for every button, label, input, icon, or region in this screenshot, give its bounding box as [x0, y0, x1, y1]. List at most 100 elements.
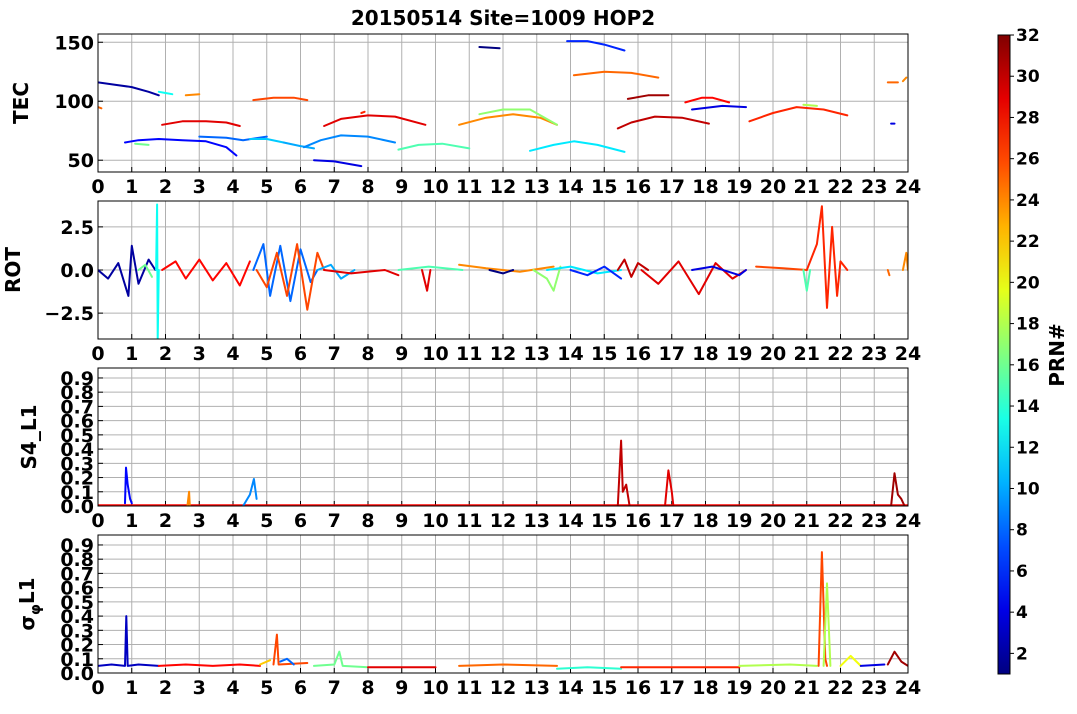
series-line-prn-5 — [124, 138, 238, 157]
series-line-prn-20 — [839, 654, 862, 667]
x-tick-label: 2 — [159, 677, 172, 699]
series-line-prn-29 — [323, 114, 427, 127]
x-tick-label: 13 — [524, 176, 550, 198]
x-tick-label: 12 — [490, 176, 516, 198]
x-tick-label: 20 — [760, 343, 786, 365]
x-tick-label: 13 — [524, 677, 550, 699]
colorbar-tick-label: 16 — [1016, 356, 1040, 376]
x-tick-label: 5 — [260, 343, 273, 365]
colorbar-tick-label: 18 — [1016, 315, 1040, 335]
x-tick-label: 11 — [456, 510, 482, 532]
series-line-prn-26 — [755, 265, 808, 271]
series-line-prn-12 — [529, 140, 626, 153]
x-tick-label: 19 — [726, 343, 752, 365]
series-line-prn-18 — [738, 663, 818, 667]
y-tick-label: −2.5 — [44, 303, 94, 325]
series-line-prn-29 — [421, 269, 432, 292]
series-line-prn-18 — [822, 582, 832, 667]
series-line-prn-16 — [313, 650, 369, 669]
colorbar-tick-label: 8 — [1016, 521, 1028, 541]
x-tick-label: 4 — [226, 677, 239, 699]
panel-4: 0 1 2 3 4 5 6 7 8 9 10 11 12 13 14 15 16 17 18 19 20 21 22 23 24… — [15, 534, 921, 699]
x-tick-label: 23 — [861, 677, 887, 699]
series-line-prn-24 — [458, 263, 555, 273]
x-tick-label: 15 — [591, 677, 617, 699]
colorbar-tick-label: 24 — [1016, 191, 1040, 211]
x-tick-label: 20 — [760, 510, 786, 532]
series-line-prn-30 — [616, 115, 710, 130]
x-tick-label: 19 — [726, 176, 752, 198]
x-tick-label: 21 — [794, 510, 820, 532]
series-line-prn-26 — [252, 96, 309, 102]
colorbar-tick-label: 12 — [1016, 438, 1040, 458]
series-line-prn-13 — [157, 90, 174, 96]
x-tick-label: 6 — [294, 510, 307, 532]
panel-3: 0 1 2 3 4 5 6 7 8 9 10 11 12 13 14 15 16 17 18 19 20 21 22 23 24… — [17, 367, 921, 532]
series-line-prn-28 — [157, 663, 261, 667]
x-tick-label: 23 — [861, 510, 887, 532]
x-tick-label: 0 — [91, 343, 104, 365]
figure: 20150514 Site=1009 HOP2 0 1 2 3 4 5 6 7 8 9 10 11 12… — [0, 0, 1077, 709]
x-tick-label: 8 — [361, 510, 374, 532]
colorbar: 2468101214161820222426283032PRN# — [997, 26, 1069, 675]
series-line-prn-1 — [478, 46, 501, 50]
x-tick-label: 21 — [794, 677, 820, 699]
x-tick-label: 20 — [760, 176, 786, 198]
x-tick-label: 3 — [193, 510, 206, 532]
x-tick-label: 8 — [361, 176, 374, 198]
x-tick-label: 19 — [726, 677, 752, 699]
x-tick-label: 6 — [294, 677, 307, 699]
x-tick-label: 16 — [625, 343, 651, 365]
y-tick-label: 150 — [54, 32, 94, 54]
x-tick-label: 7 — [328, 176, 341, 198]
y-axis-label: S4_L1 — [17, 405, 41, 470]
panel-2: 0 1 2 3 4 5 6 7 8 9 10 11 12 13 14 15 16 17 18 19 20 21 22 23 24… — [1, 200, 921, 365]
x-tick-label: 21 — [794, 176, 820, 198]
series-line-prn-2 — [98, 81, 160, 97]
series-line-prn-22 — [259, 659, 272, 666]
series-line-prn-16 — [134, 142, 150, 146]
chart-figure: 20150514 Site=1009 HOP2 0 1 2 3 4 5 6 7 8 9 10 11 12… — [1, 6, 1069, 699]
x-tick-label: 2 — [159, 510, 172, 532]
x-tick-label: 0 — [91, 176, 104, 198]
x-tick-label: 4 — [226, 510, 239, 532]
x-tick-label: 22 — [827, 343, 853, 365]
x-tick-label: 17 — [659, 677, 685, 699]
x-tick-label: 6 — [294, 343, 307, 365]
x-tick-label: 4 — [226, 176, 239, 198]
x-tick-label: 17 — [659, 176, 685, 198]
colorbar-tick-label: 30 — [1016, 67, 1040, 87]
y-tick-label: 0.0 — [60, 260, 94, 282]
series-line-prn-5 — [124, 466, 133, 505]
x-tick-label: 7 — [328, 677, 341, 699]
series-line-prn-9 — [242, 478, 258, 506]
x-tick-label: 1 — [125, 176, 138, 198]
x-tick-label: 18 — [692, 677, 718, 699]
colorbar-tick-label: 2 — [1016, 644, 1028, 664]
x-tick-label: 13 — [524, 510, 550, 532]
x-tick-label: 10 — [422, 510, 448, 532]
x-tick-label: 15 — [591, 510, 617, 532]
series-line-prn-25 — [98, 106, 103, 110]
series-line-prn-15 — [397, 142, 471, 151]
x-tick-label: 14 — [557, 510, 583, 532]
x-tick-label: 5 — [260, 510, 273, 532]
x-tick-label: 7 — [328, 343, 341, 365]
x-tick-label: 11 — [456, 343, 482, 365]
x-tick-label: 10 — [422, 176, 448, 198]
x-tick-label: 17 — [659, 343, 685, 365]
series-line-prn-24 — [901, 76, 908, 83]
x-tick-label: 24 — [895, 677, 921, 699]
y-axis-label-phi: φ — [28, 604, 44, 615]
x-tick-label: 12 — [490, 677, 516, 699]
x-tick-label: 16 — [625, 677, 651, 699]
series-line-prn-25 — [572, 70, 660, 79]
x-tick-label: 3 — [193, 176, 206, 198]
x-tick-label: 20 — [760, 677, 786, 699]
series-line-prn-29 — [323, 269, 400, 277]
colorbar-tick-label: 20 — [1016, 273, 1040, 293]
y-tick-label: 100 — [54, 91, 94, 113]
x-tick-label: 15 — [591, 176, 617, 198]
series-group — [98, 40, 908, 168]
series-line-prn-4 — [691, 104, 747, 111]
